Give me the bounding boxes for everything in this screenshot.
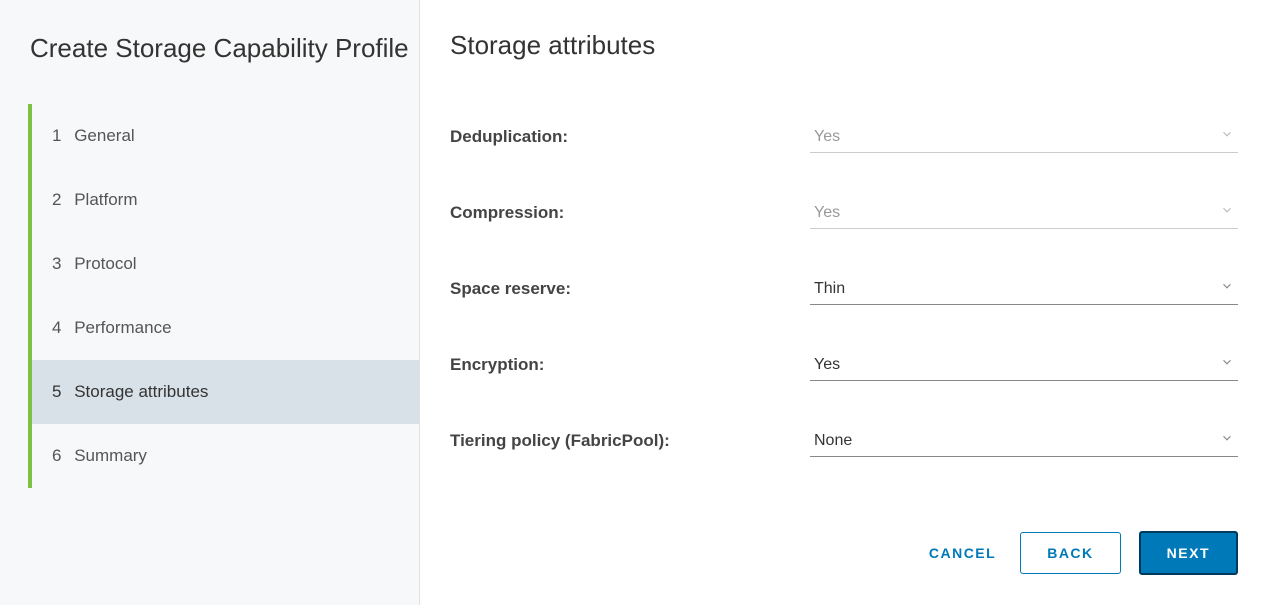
select-value: Thin [814,280,845,298]
chevron-down-icon [1220,127,1234,146]
chevron-down-icon [1220,203,1234,222]
row-tiering-policy: Tiering policy (FabricPool): None [450,425,1238,457]
step-protocol[interactable]: 3 Protocol [32,232,419,296]
page-title: Storage attributes [450,30,1238,61]
step-general[interactable]: 1 General [32,104,419,168]
wizard-steps: 1 General 2 Platform 3 Protocol 4 Perfor… [28,104,419,488]
select-value: None [814,432,852,450]
step-label: Performance [74,318,171,337]
select-tiering-policy[interactable]: None [810,425,1238,457]
step-num: 1 [52,126,61,145]
wizard-sidebar: Create Storage Capability Profile 1 Gene… [0,0,420,605]
step-label: Storage attributes [74,382,208,401]
select-value: Yes [814,356,840,374]
main-panel: Storage attributes Deduplication: Yes Co… [420,0,1280,605]
step-label: General [74,126,134,145]
select-compression[interactable]: Yes [810,197,1238,229]
label-compression: Compression: [450,203,810,223]
row-space-reserve: Space reserve: Thin [450,273,1238,305]
row-deduplication: Deduplication: Yes [450,121,1238,153]
select-value: Yes [814,204,840,222]
step-num: 3 [52,254,61,273]
chevron-down-icon [1220,431,1234,450]
step-summary[interactable]: 6 Summary [32,424,419,488]
row-encryption: Encryption: Yes [450,349,1238,381]
step-num: 5 [52,382,61,401]
select-value: Yes [814,128,840,146]
cancel-button[interactable]: CANCEL [923,535,1002,571]
step-label: Summary [74,446,147,465]
step-label: Platform [74,190,137,209]
next-button[interactable]: NEXT [1139,531,1238,575]
back-button[interactable]: BACK [1020,532,1120,574]
select-deduplication[interactable]: Yes [810,121,1238,153]
wizard-title: Create Storage Capability Profile [28,30,419,66]
step-label: Protocol [74,254,136,273]
step-num: 2 [52,190,61,209]
label-tiering-policy: Tiering policy (FabricPool): [450,431,810,451]
step-num: 6 [52,446,61,465]
select-encryption[interactable]: Yes [810,349,1238,381]
wizard-footer: CANCEL BACK NEXT [450,531,1238,575]
label-deduplication: Deduplication: [450,127,810,147]
select-space-reserve[interactable]: Thin [810,273,1238,305]
row-compression: Compression: Yes [450,197,1238,229]
chevron-down-icon [1220,279,1234,298]
label-encryption: Encryption: [450,355,810,375]
step-storage-attributes[interactable]: 5 Storage attributes [32,360,419,424]
step-platform[interactable]: 2 Platform [32,168,419,232]
step-num: 4 [52,318,61,337]
step-performance[interactable]: 4 Performance [32,296,419,360]
chevron-down-icon [1220,355,1234,374]
storage-attributes-form: Deduplication: Yes Compression: Yes Spac… [450,121,1238,501]
label-space-reserve: Space reserve: [450,279,810,299]
